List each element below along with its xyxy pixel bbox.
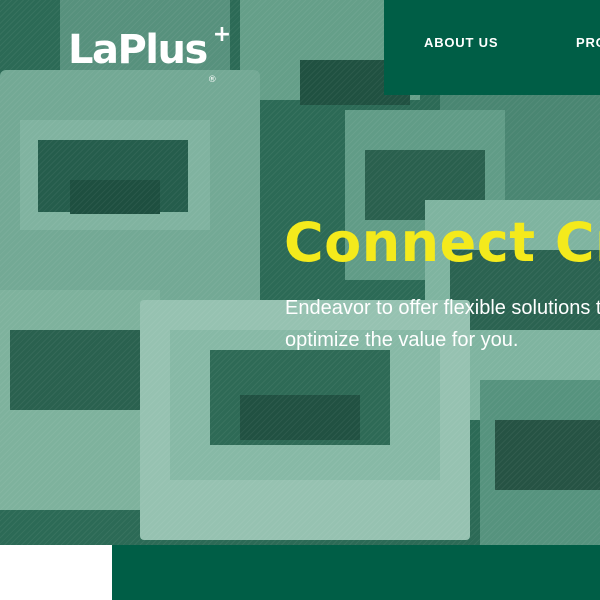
hero-subtext-line-1: Endeavor to offer flexible solutions to: [285, 297, 600, 319]
registered-mark: ®: [207, 75, 217, 85]
laplus-logo[interactable]: LaPlus ® +: [68, 24, 231, 102]
logo-plus-icon: +: [212, 22, 231, 47]
bottom-green-panel: [112, 545, 600, 600]
nav-about-us[interactable]: ABOUT US: [424, 35, 498, 50]
nav-products[interactable]: PRODUCTS: [576, 35, 600, 50]
main-nav: ABOUT US PRODUCTS: [384, 0, 600, 95]
hero-subtext: Endeavor to offer flexible solutions to …: [285, 292, 600, 356]
bottom-white-panel: [0, 545, 112, 600]
hero-subtext-line-2: optimize the value for you.: [285, 329, 519, 351]
logo-text: LaPlus: [68, 27, 208, 73]
hero-headline: Connect Creativity: [284, 211, 600, 274]
hero-section: LaPlus ® + ABOUT US PRODUCTS Connect Cre…: [0, 0, 600, 545]
